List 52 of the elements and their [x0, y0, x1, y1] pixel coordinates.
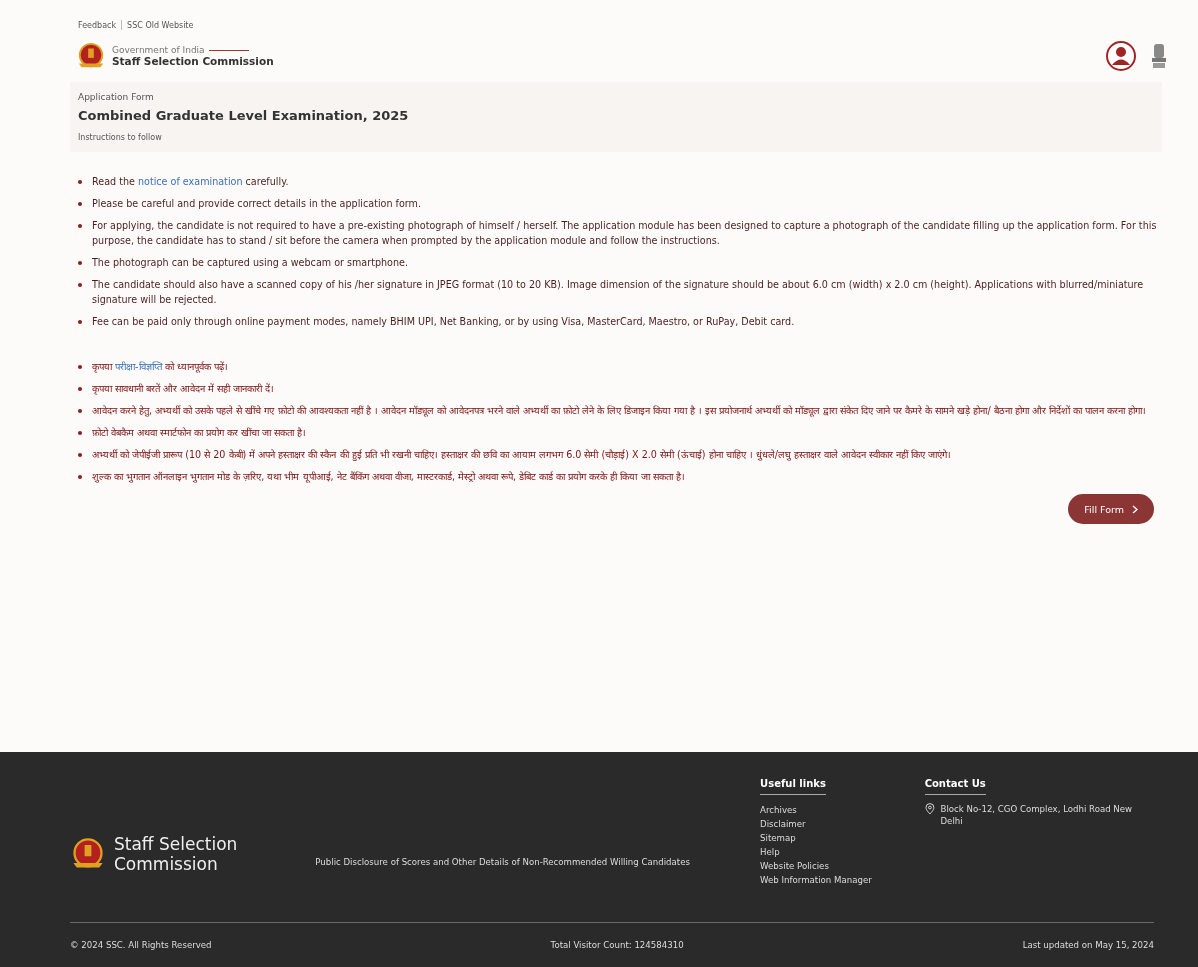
top-link[interactable]: Feedback — [78, 20, 117, 30]
instruction-text: Read the notice of examination carefully. — [92, 175, 289, 189]
instruction-text: For applying, the candidate is not required to have a pre-existing photograph of himself / herself. The application module has been designed to capture a photograph of the candidate filling up the application form. For this purpose, the candidate has to stand / sit before the camera when prompted by the application module and follow the instructions. — [92, 219, 1158, 248]
copyright-text: © 2024 SSC. All Rights Reserved — [70, 939, 212, 950]
footer-link[interactable]: Help — [760, 845, 925, 859]
fill-form-button[interactable]: Fill Form — [1068, 494, 1154, 524]
instruction-text: आवेदन करने हेतु, अभ्यर्थी को उसके पहले से खींचे गए फ़ोटो की आवश्यकता नहीं है । आवेदन मॉड्यूल को आवेदनपत्र भरने वाले अभ्यर्थी का फ़ोटो लेने के लिए डिजाइन किया गया है । इस प्रयोजनार्थ अभ्यर्थी को मॉड्यूल द्वारा संकेत दिए जाने पर कैमरे के सामने खड़े होना/ बैठना होगा और निर्देशों का पालन करना होगा। — [92, 404, 1146, 418]
instruction-text: अभ्यर्थी को जेपीईजी प्रारूप (10 से 20 केबी) में अपने हस्ताक्षर की स्कैन की हुई प्रति भी रखनी चाहिए। हस्ताक्षर की छवि का आयाम लगभग 6.0 सेमी (चौड़ाई) X 2.0 सेमी (ऊंचाई) होना चाहिए । धुंधले/लघु हस्ताक्षर वाले आवेदन स्वीकार नहीं किए जाएंगे। — [92, 448, 952, 462]
footer-link[interactable]: Website Policies — [760, 859, 925, 873]
bullet-icon — [78, 475, 82, 479]
visitor-count: Total Visitor Count: 124584310 — [550, 939, 684, 950]
instruction-text: Please be careful and provide correct details in the application form. — [92, 197, 421, 211]
bullet-icon — [78, 224, 82, 228]
bullet-icon — [78, 431, 82, 435]
form-label: Application Form — [78, 92, 155, 102]
bullet-icon — [78, 180, 82, 184]
bullet-icon — [78, 283, 82, 287]
top-link[interactable]: SSC Old Website — [127, 20, 194, 30]
form-title: Combined Graduate Level Examination, 2025 — [78, 108, 410, 123]
bullet-icon — [78, 365, 82, 369]
bullet-icon — [78, 387, 82, 391]
bullet-icon — [78, 202, 82, 206]
disclosure-link[interactable]: Public Disclosure of Scores and Other Details of Non-Recommended Willing Candidates — [315, 856, 761, 868]
instruction-text: कृपया सावधानी बरतें और आवेदन में सही जानकारी दें। — [92, 382, 275, 396]
last-updated: Last updated on May 15, 2024 — [1022, 939, 1154, 950]
contact-title: Contact Us — [924, 778, 986, 795]
instruction-text: Fee can be paid only through online payment modes, namely BHIM UPI, Net Banking, or by using Visa, MasterCard, Maestro, or RuPay, Debit card. — [92, 315, 795, 329]
notice-link[interactable]: notice of examination — [137, 176, 243, 187]
location-pin-icon — [924, 803, 935, 815]
useful-links-title: Useful links — [760, 778, 826, 795]
contact-address: Block No-12, CGO Complex, Lodhi Road New Delhi — [940, 803, 1134, 827]
form-note: Instructions to follow — [78, 133, 163, 142]
emblem-icon — [1150, 42, 1168, 70]
bullet-icon — [78, 320, 82, 324]
instruction-text: फ़ोटो वेबकैम अथवा स्मार्टफोन का प्रयोग कर खींचा जा सकता है। — [92, 426, 307, 440]
header-subtitle: Government of India — [112, 45, 205, 55]
footer-link[interactable]: Archives — [760, 803, 925, 817]
header-title: Staff Selection Commission — [112, 55, 274, 67]
chevron-right-icon — [1132, 504, 1138, 514]
instruction-text: कृपया परीक्षा-विज्ञप्ति को ध्यानपूर्वक पढ़ें। — [92, 360, 228, 374]
footer-link[interactable]: Disclaimer — [760, 817, 925, 831]
user-avatar-icon[interactable] — [1106, 41, 1136, 71]
notice-link[interactable]: परीक्षा-विज्ञप्ति — [115, 361, 162, 372]
bullet-icon — [78, 261, 82, 265]
instruction-text: The candidate should also have a scanned copy of his /her signature in JPEG format (10 to 20 KB). Image dimension of the signature should be about 6.0 cm (width) x 2.0 cm (height). Applications with blurred/miniature signature will be rejected. — [92, 278, 1145, 307]
bullet-icon — [78, 409, 82, 413]
footer-link[interactable]: Web Information Manager — [760, 873, 925, 887]
instruction-text: The photograph can be captured using a webcam or smartphone. — [92, 256, 409, 270]
instruction-text: शुल्क का भुगतान ऑनलाइन भुगतान मोड के ज़रिए, यथा भीम यूपीआई, नेट बैंकिंग अथवा वीजा, मास्टरकार्ड, मेस्ट्रो अथवा रूपे, डेबिट कार्ड का प्रयोग करके ही किया जा सकता है। — [92, 470, 685, 484]
bullet-icon — [78, 453, 82, 457]
footer-link[interactable]: Sitemap — [760, 831, 925, 845]
footer-brand: Staff Selection Commission — [114, 834, 239, 874]
